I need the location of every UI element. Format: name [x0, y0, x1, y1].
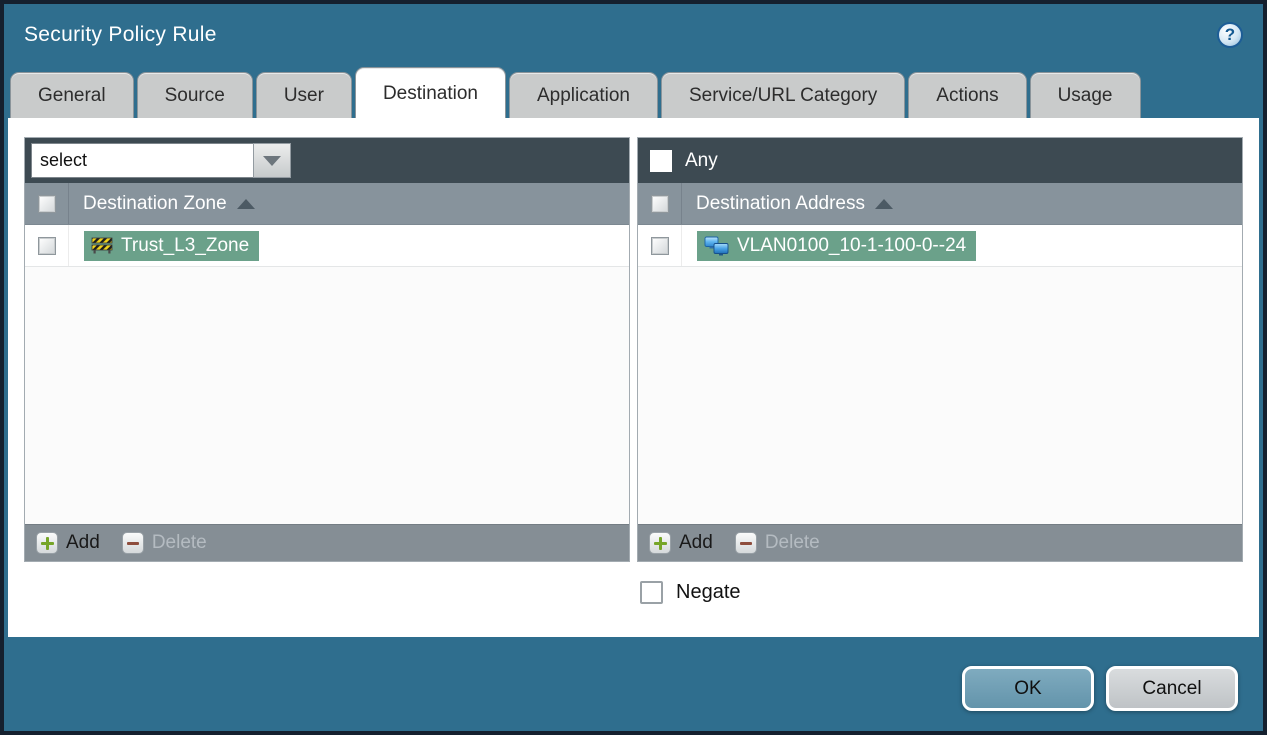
zone-delete-button[interactable]: Delete: [121, 532, 207, 554]
add-icon: [36, 532, 58, 554]
add-icon: [649, 532, 671, 554]
sort-ascending-icon: [236, 198, 255, 209]
zone-panel-toolbar: [25, 138, 629, 183]
address-row-checkbox[interactable]: [650, 236, 669, 255]
address-add-label: Add: [679, 532, 713, 553]
zone-column-label: Destination Zone: [83, 192, 227, 214]
address-select-all-checkbox[interactable]: [650, 194, 669, 213]
zone-row-checkbox[interactable]: [37, 236, 56, 255]
zone-select-combo: [31, 143, 291, 178]
any-label: Any: [685, 149, 718, 171]
tab-actions[interactable]: Actions: [908, 72, 1027, 118]
ok-button[interactable]: OK: [962, 666, 1094, 711]
address-row-checkbox-cell: [638, 225, 682, 266]
address-add-button[interactable]: Add: [649, 532, 713, 554]
destination-address-panel: Any Destination Address VLAN0100_10-1-10…: [637, 137, 1243, 562]
zone-add-button[interactable]: Add: [36, 532, 100, 554]
destination-zone-panel: Destination Zone: [24, 137, 630, 562]
any-checkbox[interactable]: [650, 149, 672, 172]
negate-checkbox[interactable]: [640, 581, 663, 604]
delete-icon: [121, 532, 144, 554]
address-panel-toolbar: Any: [638, 138, 1242, 183]
dialog-titlebar: Security Policy Rule ?: [4, 4, 1263, 66]
tab-usage[interactable]: Usage: [1029, 72, 1141, 118]
address-delete-button[interactable]: Delete: [734, 532, 820, 554]
tab-destination[interactable]: Destination: [354, 67, 506, 118]
address-column-label: Destination Address: [696, 192, 865, 214]
dialog-title: Security Policy Rule: [24, 23, 217, 46]
tab-application[interactable]: Application: [509, 72, 658, 118]
security-policy-rule-dialog: Security Policy Rule ? General Source Us…: [0, 0, 1267, 735]
destination-address-column: Any Destination Address VLAN0100_10-1-10…: [637, 137, 1243, 637]
tab-general[interactable]: General: [10, 72, 134, 118]
address-header-checkbox-cell: [638, 183, 682, 224]
address-row-vlan0100[interactable]: VLAN0100_10-1-100-0--24: [638, 225, 1242, 267]
destination-tab-content: Destination Zone: [8, 118, 1259, 637]
address-icon: [704, 236, 729, 255]
zone-add-label: Add: [66, 532, 100, 553]
delete-icon: [734, 532, 757, 554]
negate-label: Negate: [676, 581, 741, 603]
help-icon[interactable]: ?: [1217, 22, 1243, 48]
zone-column-header[interactable]: Destination Zone: [25, 183, 629, 225]
address-selected-chip: VLAN0100_10-1-100-0--24: [697, 230, 977, 261]
cancel-button[interactable]: Cancel: [1106, 666, 1238, 711]
zone-list: Trust_L3_Zone: [25, 225, 629, 524]
address-panel-footer: Add Delete: [638, 524, 1242, 561]
zone-select-input[interactable]: [31, 143, 253, 178]
tab-service-url-category[interactable]: Service/URL Category: [660, 72, 906, 118]
address-column-header[interactable]: Destination Address: [638, 183, 1242, 225]
address-row-label: VLAN0100_10-1-100-0--24: [737, 234, 967, 256]
zone-row-trust-l3[interactable]: Trust_L3_Zone: [25, 225, 629, 267]
zone-panel-footer: Add Delete: [25, 524, 629, 561]
zone-icon: [91, 237, 113, 254]
zone-select-dropdown-button[interactable]: [253, 143, 291, 178]
zone-selected-chip: Trust_L3_Zone: [84, 230, 260, 261]
zone-header-checkbox-cell: [25, 183, 69, 224]
address-delete-label: Delete: [764, 532, 820, 553]
zone-delete-label: Delete: [151, 532, 207, 553]
zone-row-label: Trust_L3_Zone: [121, 234, 250, 256]
tab-user[interactable]: User: [255, 72, 352, 118]
tab-bar: General Source User Destination Applicat…: [4, 66, 1263, 118]
sort-ascending-icon: [875, 198, 893, 209]
chevron-down-icon: [263, 155, 281, 166]
zone-row-checkbox-cell: [25, 225, 69, 266]
tab-source[interactable]: Source: [136, 72, 253, 118]
zone-select-all-checkbox[interactable]: [37, 194, 56, 213]
negate-row: Negate: [640, 581, 1243, 604]
address-list: VLAN0100_10-1-100-0--24: [638, 225, 1242, 524]
